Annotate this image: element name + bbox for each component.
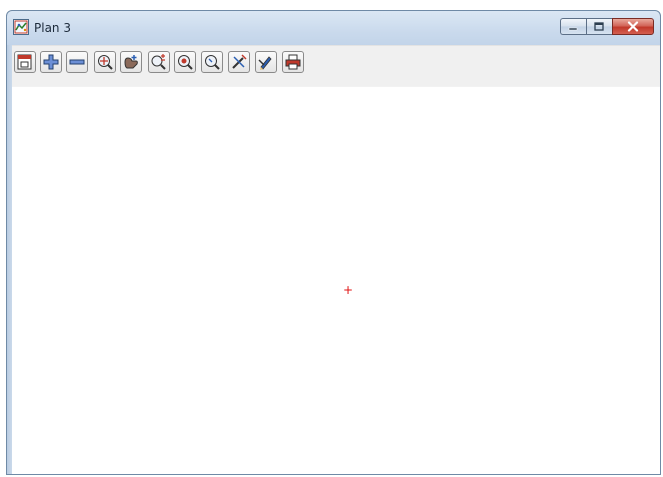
pan-button[interactable]: [120, 51, 142, 73]
zoom-centre-icon: [178, 55, 193, 70]
print-button[interactable]: [282, 51, 304, 73]
minus-icon: [69, 59, 85, 65]
plus-icon: [43, 54, 59, 70]
maximize-icon: [594, 22, 604, 31]
redraw-icon: [17, 54, 32, 70]
zoom-window-button[interactable]: [148, 51, 170, 73]
cursor-button[interactable]: [255, 51, 277, 73]
title-bar[interactable]: Plan 3: [7, 11, 660, 43]
wand-cross-icon: [232, 54, 247, 69]
plan-canvas[interactable]: +: [12, 86, 660, 474]
zoom-extents-button[interactable]: [94, 51, 116, 73]
redraw-button[interactable]: [14, 51, 36, 73]
crosshair-cursor: +: [343, 283, 354, 297]
plan-view-icon[interactable]: [13, 19, 29, 35]
zoom-out-button[interactable]: [66, 51, 88, 73]
pan-hand-icon: [124, 55, 138, 69]
zoom-target-icon: [98, 55, 113, 70]
zoom-in-button[interactable]: [40, 51, 62, 73]
magnifier-icon: [205, 55, 220, 70]
printer-icon: [285, 54, 301, 70]
zoom-centre-button[interactable]: [174, 51, 196, 73]
caption-buttons: [560, 18, 654, 36]
minimize-button[interactable]: [560, 18, 586, 35]
maximize-button[interactable]: [586, 18, 612, 35]
close-button[interactable]: [612, 18, 654, 35]
window-title: Plan 3: [34, 21, 71, 35]
pencil-icon: [258, 56, 272, 70]
close-icon: [627, 21, 639, 32]
plan-window: Plan 3 +: [6, 10, 661, 475]
toolbar: [12, 45, 660, 87]
minimize-icon: [568, 27, 578, 31]
zoom-plus-minus-icon: [151, 54, 166, 70]
zoom-previous-button[interactable]: [201, 51, 223, 73]
select-button[interactable]: [228, 51, 250, 73]
